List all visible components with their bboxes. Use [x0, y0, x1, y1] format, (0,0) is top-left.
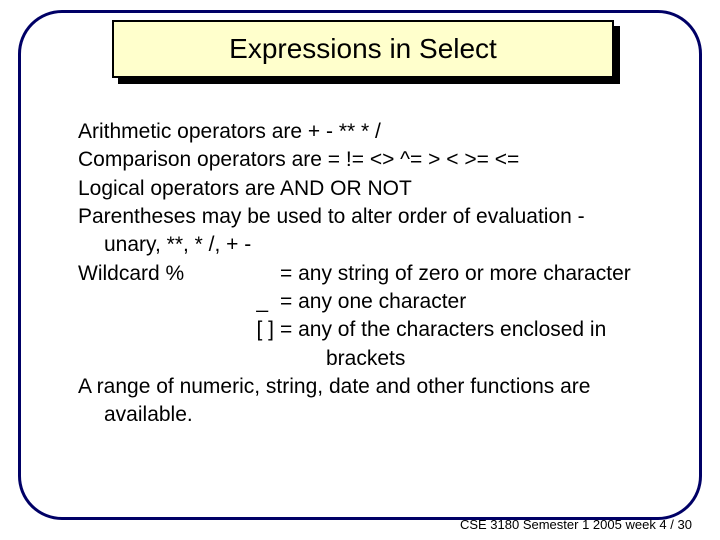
text-logical-operators: Logical operators are AND OR NOT: [78, 175, 652, 203]
text-arithmetic-operators: Arithmetic operators are + - ** * /: [78, 118, 652, 146]
wildcard-percent-desc: = any string of zero or more character: [280, 260, 652, 288]
slide: Expressions in Select Arithmetic operato…: [0, 0, 720, 540]
footer-week: week 4: [625, 517, 666, 532]
footer-course: CSE 3180: [460, 517, 519, 532]
text-wildcard-brackets: [ ] = any of the characters enclosed in: [78, 316, 652, 344]
wildcard-brackets-label: [ ]: [78, 316, 280, 344]
text-parentheses-cont: unary, **, * /, + -: [78, 231, 652, 259]
wildcard-underscore-label: _: [78, 288, 280, 316]
wildcard-brackets-desc-cont: brackets: [78, 345, 652, 373]
slide-body: Arithmetic operators are + - ** * / Comp…: [78, 118, 652, 430]
wildcard-brackets-desc: = any of the characters enclosed in: [280, 316, 652, 344]
text-range-functions-cont: available.: [78, 401, 652, 429]
text-wildcard-underscore: _ = any one character: [78, 288, 652, 316]
text-range-functions: A range of numeric, string, date and oth…: [78, 373, 652, 401]
footer-term: Semester 1 2005: [523, 517, 622, 532]
wildcard-underscore-desc: = any one character: [280, 288, 652, 316]
slide-title: Expressions in Select: [229, 33, 497, 65]
footer-page: 30: [678, 517, 692, 532]
title-box: Expressions in Select: [112, 20, 614, 78]
footer-sep: /: [670, 517, 677, 532]
text-comparison-operators: Comparison operators are = != <> ^= > < …: [78, 146, 652, 174]
wildcard-percent-label: Wildcard %: [78, 260, 280, 288]
text-wildcard-percent: Wildcard % = any string of zero or more …: [78, 260, 652, 288]
text-parentheses: Parentheses may be used to alter order o…: [78, 203, 652, 231]
slide-footer: CSE 3180 Semester 1 2005 week 4 / 30: [460, 517, 692, 532]
